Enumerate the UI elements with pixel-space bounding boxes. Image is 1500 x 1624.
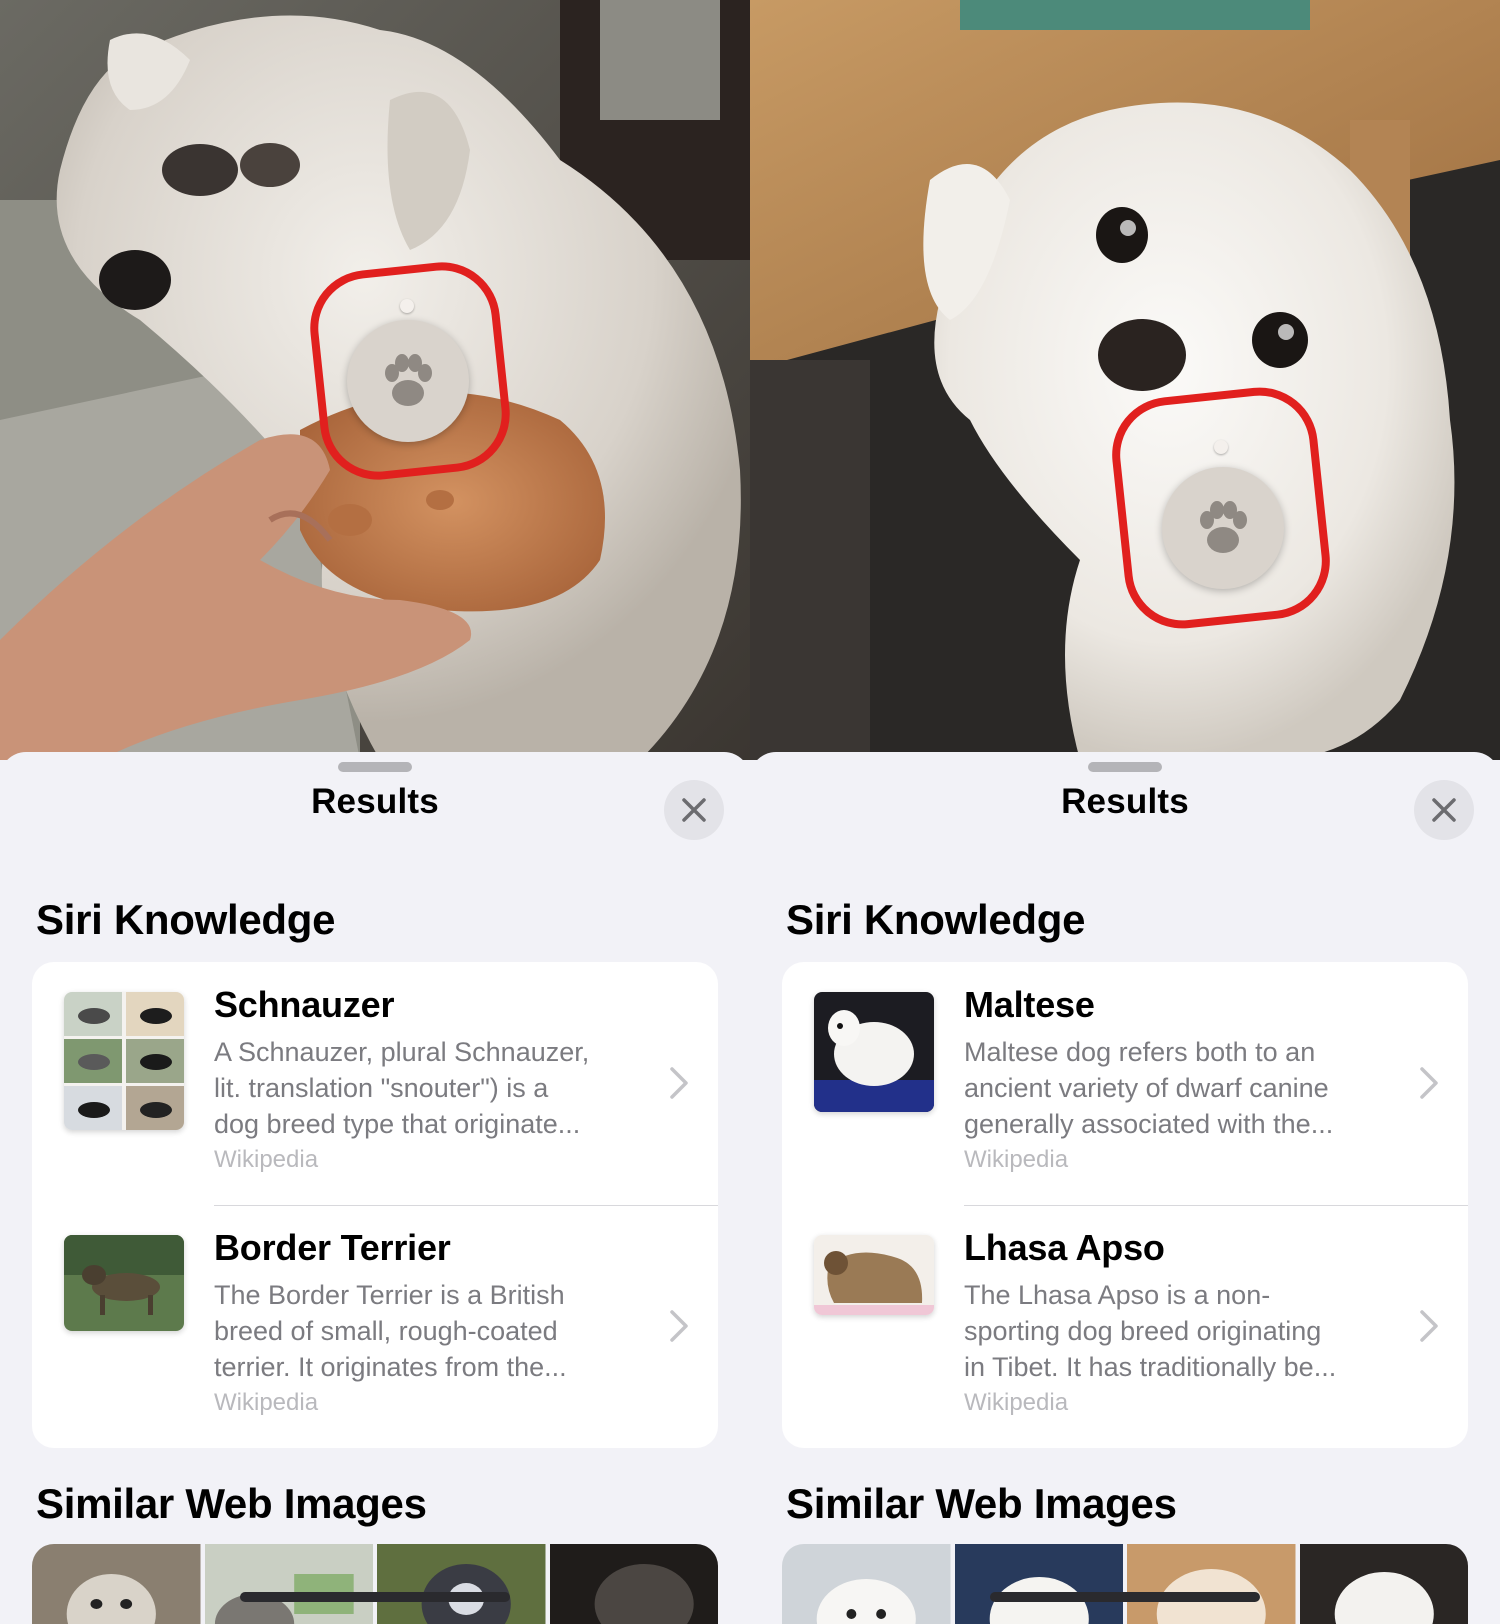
result-source: Wikipedia	[214, 1146, 319, 1173]
left-screen: Results Siri Knowledge Schnauzer A Schna…	[0, 0, 750, 1624]
similar-web-images-strip	[782, 1544, 1468, 1624]
maltese-photo	[750, 0, 1500, 760]
result-description-line: breed of small, rough-coated	[214, 1316, 558, 1346]
result-title: Maltese	[964, 984, 1095, 1025]
web-image-thumbnail[interactable]	[954, 1544, 1123, 1624]
sheet-title: Results	[311, 782, 439, 821]
siri-knowledge-card: Schnauzer A Schnauzer, plural Schnauzer,…	[32, 962, 718, 1448]
web-image-art	[1299, 1544, 1468, 1624]
row-divider	[214, 1205, 718, 1206]
result-description: The Lhasa Apso is a non- sporting dog br…	[964, 1277, 1404, 1385]
results-sheet: Results Siri Knowledge Schnauzer A Schna…	[0, 752, 750, 1624]
paw-icon	[1200, 501, 1247, 553]
visual-lookup-button[interactable]	[347, 320, 469, 442]
web-image-thumbnail[interactable]	[204, 1544, 373, 1624]
result-description: A Schnauzer, plural Schnauzer, lit. tran…	[214, 1034, 654, 1142]
knowledge-row-maltese[interactable]: Maltese Maltese dog refers both to an an…	[782, 962, 1468, 1205]
visual-lookup-button[interactable]	[1162, 467, 1284, 589]
lhasa-apso-thumbnail	[814, 1235, 934, 1315]
maltese-photo-art	[750, 0, 1500, 760]
result-description-line: ancient variety of dwarf canine	[964, 1073, 1329, 1103]
result-description-line: lit. translation "snouter") is a	[214, 1073, 549, 1103]
right-screen: Results Siri Knowledge Maltese Maltese d…	[750, 0, 1500, 1624]
result-source: Wikipedia	[964, 1389, 1069, 1416]
result-title: Schnauzer	[214, 984, 395, 1025]
web-image-art	[32, 1544, 201, 1624]
border-terrier-thumbnail-art	[64, 1235, 184, 1331]
web-image-art	[954, 1544, 1123, 1624]
result-description-line: in Tibet. It has traditionally be...	[964, 1352, 1337, 1382]
web-image-art	[782, 1544, 951, 1624]
web-image-thumbnail[interactable]	[549, 1544, 718, 1624]
sheet-grabber[interactable]	[1088, 762, 1162, 772]
result-description-line: Maltese dog refers both to an	[964, 1037, 1316, 1067]
chevron-right-icon	[670, 1310, 688, 1342]
result-description-line: sporting dog breed originating	[964, 1316, 1322, 1346]
result-title: Border Terrier	[214, 1227, 451, 1268]
close-icon	[682, 798, 706, 822]
siri-knowledge-heading: Siri Knowledge	[36, 896, 336, 943]
similar-web-images-strip	[32, 1544, 718, 1624]
chevron-right-icon	[1420, 1067, 1438, 1099]
result-description-line: generally associated with the...	[964, 1109, 1334, 1139]
web-image-thumbnail[interactable]	[1299, 1544, 1468, 1624]
results-sheet: Results Siri Knowledge Maltese Maltese d…	[750, 752, 1500, 1624]
web-image-thumbnail[interactable]	[1127, 1544, 1296, 1624]
result-description-line: dog breed type that originate...	[214, 1109, 581, 1139]
close-icon	[1432, 798, 1456, 822]
home-indicator[interactable]	[240, 1592, 510, 1602]
result-description: Maltese dog refers both to an ancient va…	[964, 1034, 1404, 1142]
web-image-art	[549, 1544, 718, 1624]
siri-knowledge-heading: Siri Knowledge	[786, 896, 1086, 943]
web-image-art	[377, 1544, 546, 1624]
schnauzer-photo	[0, 0, 750, 760]
result-title: Lhasa Apso	[964, 1227, 1165, 1268]
result-description-line: terrier. It originates from the...	[214, 1352, 567, 1382]
similar-web-images-heading: Similar Web Images	[786, 1480, 1177, 1527]
web-image-thumbnail[interactable]	[32, 1544, 201, 1624]
knowledge-row-schnauzer[interactable]: Schnauzer A Schnauzer, plural Schnauzer,…	[32, 962, 718, 1205]
lookup-pin-dot	[400, 299, 414, 313]
border-terrier-thumbnail	[64, 1235, 184, 1331]
result-source: Wikipedia	[214, 1389, 319, 1416]
result-description-line: The Lhasa Apso is a non-	[964, 1280, 1271, 1310]
knowledge-row-border-terrier[interactable]: Border Terrier The Border Terrier is a B…	[32, 1205, 718, 1448]
result-description-line: A Schnauzer, plural Schnauzer,	[214, 1037, 590, 1067]
web-image-art	[1127, 1544, 1296, 1624]
home-indicator[interactable]	[990, 1592, 1260, 1602]
maltese-thumbnail-art	[814, 992, 934, 1112]
web-image-thumbnail[interactable]	[377, 1544, 546, 1624]
siri-knowledge-card: Maltese Maltese dog refers both to an an…	[782, 962, 1468, 1448]
chevron-right-icon	[1420, 1310, 1438, 1342]
row-divider	[964, 1205, 1468, 1206]
paw-icon	[385, 354, 432, 406]
lookup-pin-dot	[1214, 440, 1228, 454]
knowledge-row-lhasa-apso[interactable]: Lhasa Apso The Lhasa Apso is a non- spor…	[782, 1205, 1468, 1448]
web-image-thumbnail[interactable]	[782, 1544, 951, 1624]
result-description: The Border Terrier is a British breed of…	[214, 1277, 654, 1385]
schnauzer-thumbnail	[64, 992, 184, 1130]
chevron-right-icon	[670, 1067, 688, 1099]
close-button[interactable]	[1414, 780, 1474, 840]
similar-web-images-heading: Similar Web Images	[36, 1480, 427, 1527]
close-button[interactable]	[664, 780, 724, 840]
maltese-thumbnail	[814, 992, 934, 1112]
result-description-line: The Border Terrier is a British	[214, 1280, 565, 1310]
schnauzer-thumbnail-art	[64, 992, 184, 1130]
result-source: Wikipedia	[964, 1146, 1069, 1173]
sheet-grabber[interactable]	[338, 762, 412, 772]
sheet-title: Results	[1061, 782, 1189, 821]
web-image-art	[204, 1544, 373, 1624]
lhasa-apso-thumbnail-art	[814, 1235, 934, 1315]
